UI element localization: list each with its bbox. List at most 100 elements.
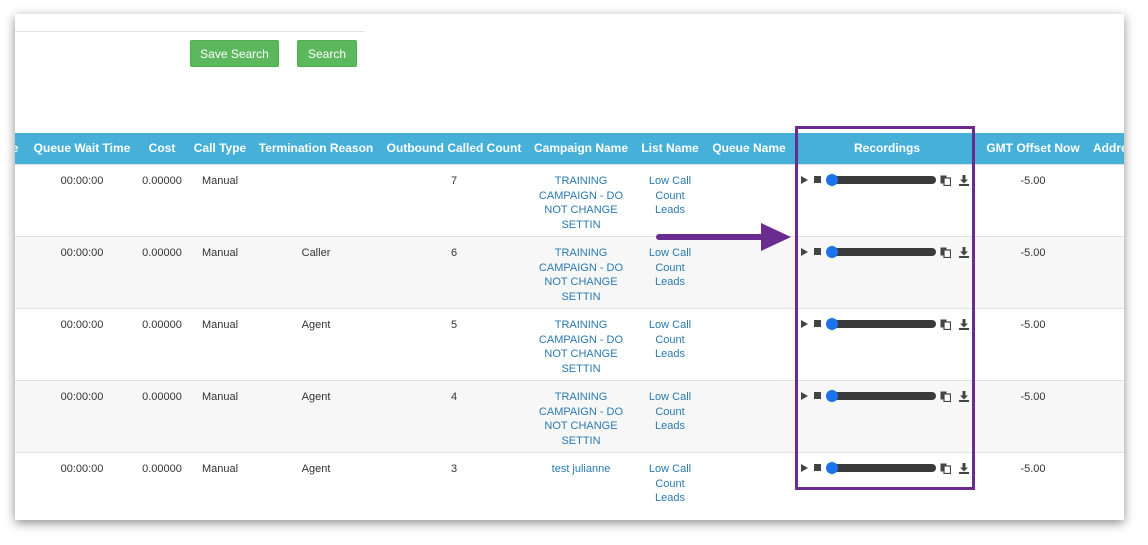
column-header-outbound-called-count[interactable]: Outbound Called Count	[385, 133, 523, 164]
download-icon[interactable]	[959, 391, 969, 402]
list-name-link[interactable]: Count	[639, 477, 701, 492]
list-name-cell: Low Call Count Leads	[639, 462, 701, 506]
audio-player	[801, 390, 976, 404]
audio-slider-thumb[interactable]	[826, 390, 838, 402]
campaign-name-link[interactable]: NOT CHANGE	[531, 203, 631, 218]
list-name-link[interactable]: Leads	[639, 275, 701, 290]
list-name-link[interactable]: Count	[639, 189, 701, 204]
table-row: 00:00:00 0.00000 Manual Agent 5 TRAINING CAMPA…	[15, 308, 1124, 380]
campaign-name-link[interactable]: TRAINING	[531, 318, 631, 333]
stop-icon[interactable]	[814, 248, 821, 255]
column-header-queue-name[interactable]: Queue Name	[709, 133, 789, 164]
call-type-cell: Manual	[201, 391, 239, 403]
stop-icon[interactable]	[814, 464, 821, 471]
cost-cell: 0.00000	[142, 247, 182, 259]
list-name-link[interactable]: Low Call	[639, 462, 701, 477]
campaign-name-link[interactable]: SETTIN	[531, 362, 631, 377]
column-header-campaign-name[interactable]: Campaign Name	[531, 133, 631, 164]
campaign-name-link[interactable]: NOT CHANGE	[531, 275, 631, 290]
audio-progress-slider[interactable]	[828, 392, 936, 400]
campaign-name-link[interactable]: TRAINING	[531, 390, 631, 405]
play-icon[interactable]	[801, 248, 808, 256]
stop-icon[interactable]	[814, 392, 821, 399]
list-name-link[interactable]: Count	[639, 333, 701, 348]
list-name-link[interactable]: Low Call	[639, 390, 701, 405]
download-icon[interactable]	[959, 175, 969, 186]
download-icon[interactable]	[959, 319, 969, 330]
app-frame: Save Search Search e Queue Wait Time Cos…	[15, 14, 1124, 520]
gmt-offset-cell: -5.00	[1020, 247, 1046, 259]
campaign-name-link[interactable]: CAMPAIGN - DO	[531, 333, 631, 348]
list-name-link[interactable]: Count	[639, 261, 701, 276]
table-header: e Queue Wait Time Cost Call Type Termina…	[15, 133, 1124, 164]
copy-icon[interactable]	[940, 175, 951, 186]
campaign-name-link[interactable]: SETTIN	[531, 434, 631, 449]
campaign-name-link[interactable]: CAMPAIGN - DO	[531, 405, 631, 420]
save-search-button[interactable]: Save Search	[190, 40, 279, 67]
audio-progress-slider[interactable]	[828, 248, 936, 256]
play-icon[interactable]	[801, 320, 808, 328]
campaign-name-link[interactable]: SETTIN	[531, 290, 631, 305]
audio-progress-slider[interactable]	[828, 320, 936, 328]
audio-slider-thumb[interactable]	[826, 462, 838, 474]
search-button[interactable]: Search	[297, 40, 357, 67]
play-icon[interactable]	[801, 176, 808, 184]
queue-wait-time-cell: 00:00:00	[60, 319, 104, 331]
highlight-arrow-icon	[656, 223, 791, 251]
audio-slider-thumb[interactable]	[826, 318, 838, 330]
column-header-call-type[interactable]: Call Type	[190, 133, 250, 164]
table-row: 00:00:00 0.00000 Manual Agent 3 test julianne…	[15, 452, 1124, 520]
termination-reason-cell: Agent	[301, 391, 331, 403]
list-name-link[interactable]: Leads	[639, 203, 701, 218]
queue-wait-time-cell: 00:00:00	[60, 391, 104, 403]
copy-icon[interactable]	[940, 247, 951, 258]
campaign-name-link[interactable]: CAMPAIGN - DO	[531, 189, 631, 204]
campaign-name-link[interactable]: NOT CHANGE	[531, 347, 631, 362]
column-header-list-name[interactable]: List Name	[639, 133, 701, 164]
campaign-name-cell: TRAINING CAMPAIGN - DO NOT CHANGE SETTIN	[531, 246, 631, 304]
list-name-link[interactable]: Leads	[639, 347, 701, 362]
download-icon[interactable]	[959, 247, 969, 258]
audio-player	[801, 246, 976, 260]
list-name-link[interactable]: Low Call	[639, 318, 701, 333]
play-icon[interactable]	[801, 392, 808, 400]
column-header-queue-wait-time[interactable]: Queue Wait Time	[33, 133, 131, 164]
list-name-link[interactable]: Leads	[639, 491, 701, 506]
gmt-offset-cell: -5.00	[1020, 319, 1046, 331]
column-header-partial[interactable]: e	[15, 133, 21, 164]
termination-reason-cell: Caller	[301, 247, 331, 259]
download-icon[interactable]	[959, 463, 969, 474]
copy-icon[interactable]	[940, 319, 951, 330]
campaign-name-link[interactable]: TRAINING	[531, 174, 631, 189]
outbound-called-count-cell: 3	[450, 463, 458, 475]
campaign-name-link[interactable]: NOT CHANGE	[531, 419, 631, 434]
cost-cell: 0.00000	[142, 175, 182, 187]
campaign-name-link[interactable]: TRAINING	[531, 246, 631, 261]
copy-icon[interactable]	[940, 463, 951, 474]
audio-progress-slider[interactable]	[828, 464, 936, 472]
list-name-link[interactable]: Count	[639, 405, 701, 420]
column-header-cost[interactable]: Cost	[142, 133, 182, 164]
column-header-termination-reason[interactable]: Termination Reason	[257, 133, 375, 164]
column-header-gmt-offset-now[interactable]: GMT Offset Now	[985, 133, 1081, 164]
stop-icon[interactable]	[814, 176, 821, 183]
list-name-link[interactable]: Low Call	[639, 174, 701, 189]
campaign-name-link[interactable]: SETTIN	[531, 218, 631, 233]
audio-slider-thumb[interactable]	[826, 246, 838, 258]
list-name-link[interactable]: Leads	[639, 419, 701, 434]
list-name-cell: Low Call Count Leads	[639, 390, 701, 434]
audio-progress-slider[interactable]	[828, 176, 936, 184]
campaign-name-link[interactable]: CAMPAIGN - DO	[531, 261, 631, 276]
list-name-cell: Low Call Count Leads	[639, 174, 701, 218]
play-icon[interactable]	[801, 464, 808, 472]
campaign-name-link[interactable]: test julianne	[531, 462, 631, 477]
table-row: 00:00:00 0.00000 Manual Agent 4 TRAINING CAMPA…	[15, 380, 1124, 452]
gmt-offset-cell: -5.00	[1020, 391, 1046, 403]
stop-icon[interactable]	[814, 320, 821, 327]
copy-icon[interactable]	[940, 391, 951, 402]
audio-slider-thumb[interactable]	[826, 174, 838, 186]
column-header-address-partial[interactable]: Addre	[1093, 133, 1124, 164]
cost-cell: 0.00000	[142, 391, 182, 403]
column-header-recordings[interactable]: Recordings	[797, 133, 977, 164]
gmt-offset-cell: -5.00	[1020, 463, 1046, 475]
